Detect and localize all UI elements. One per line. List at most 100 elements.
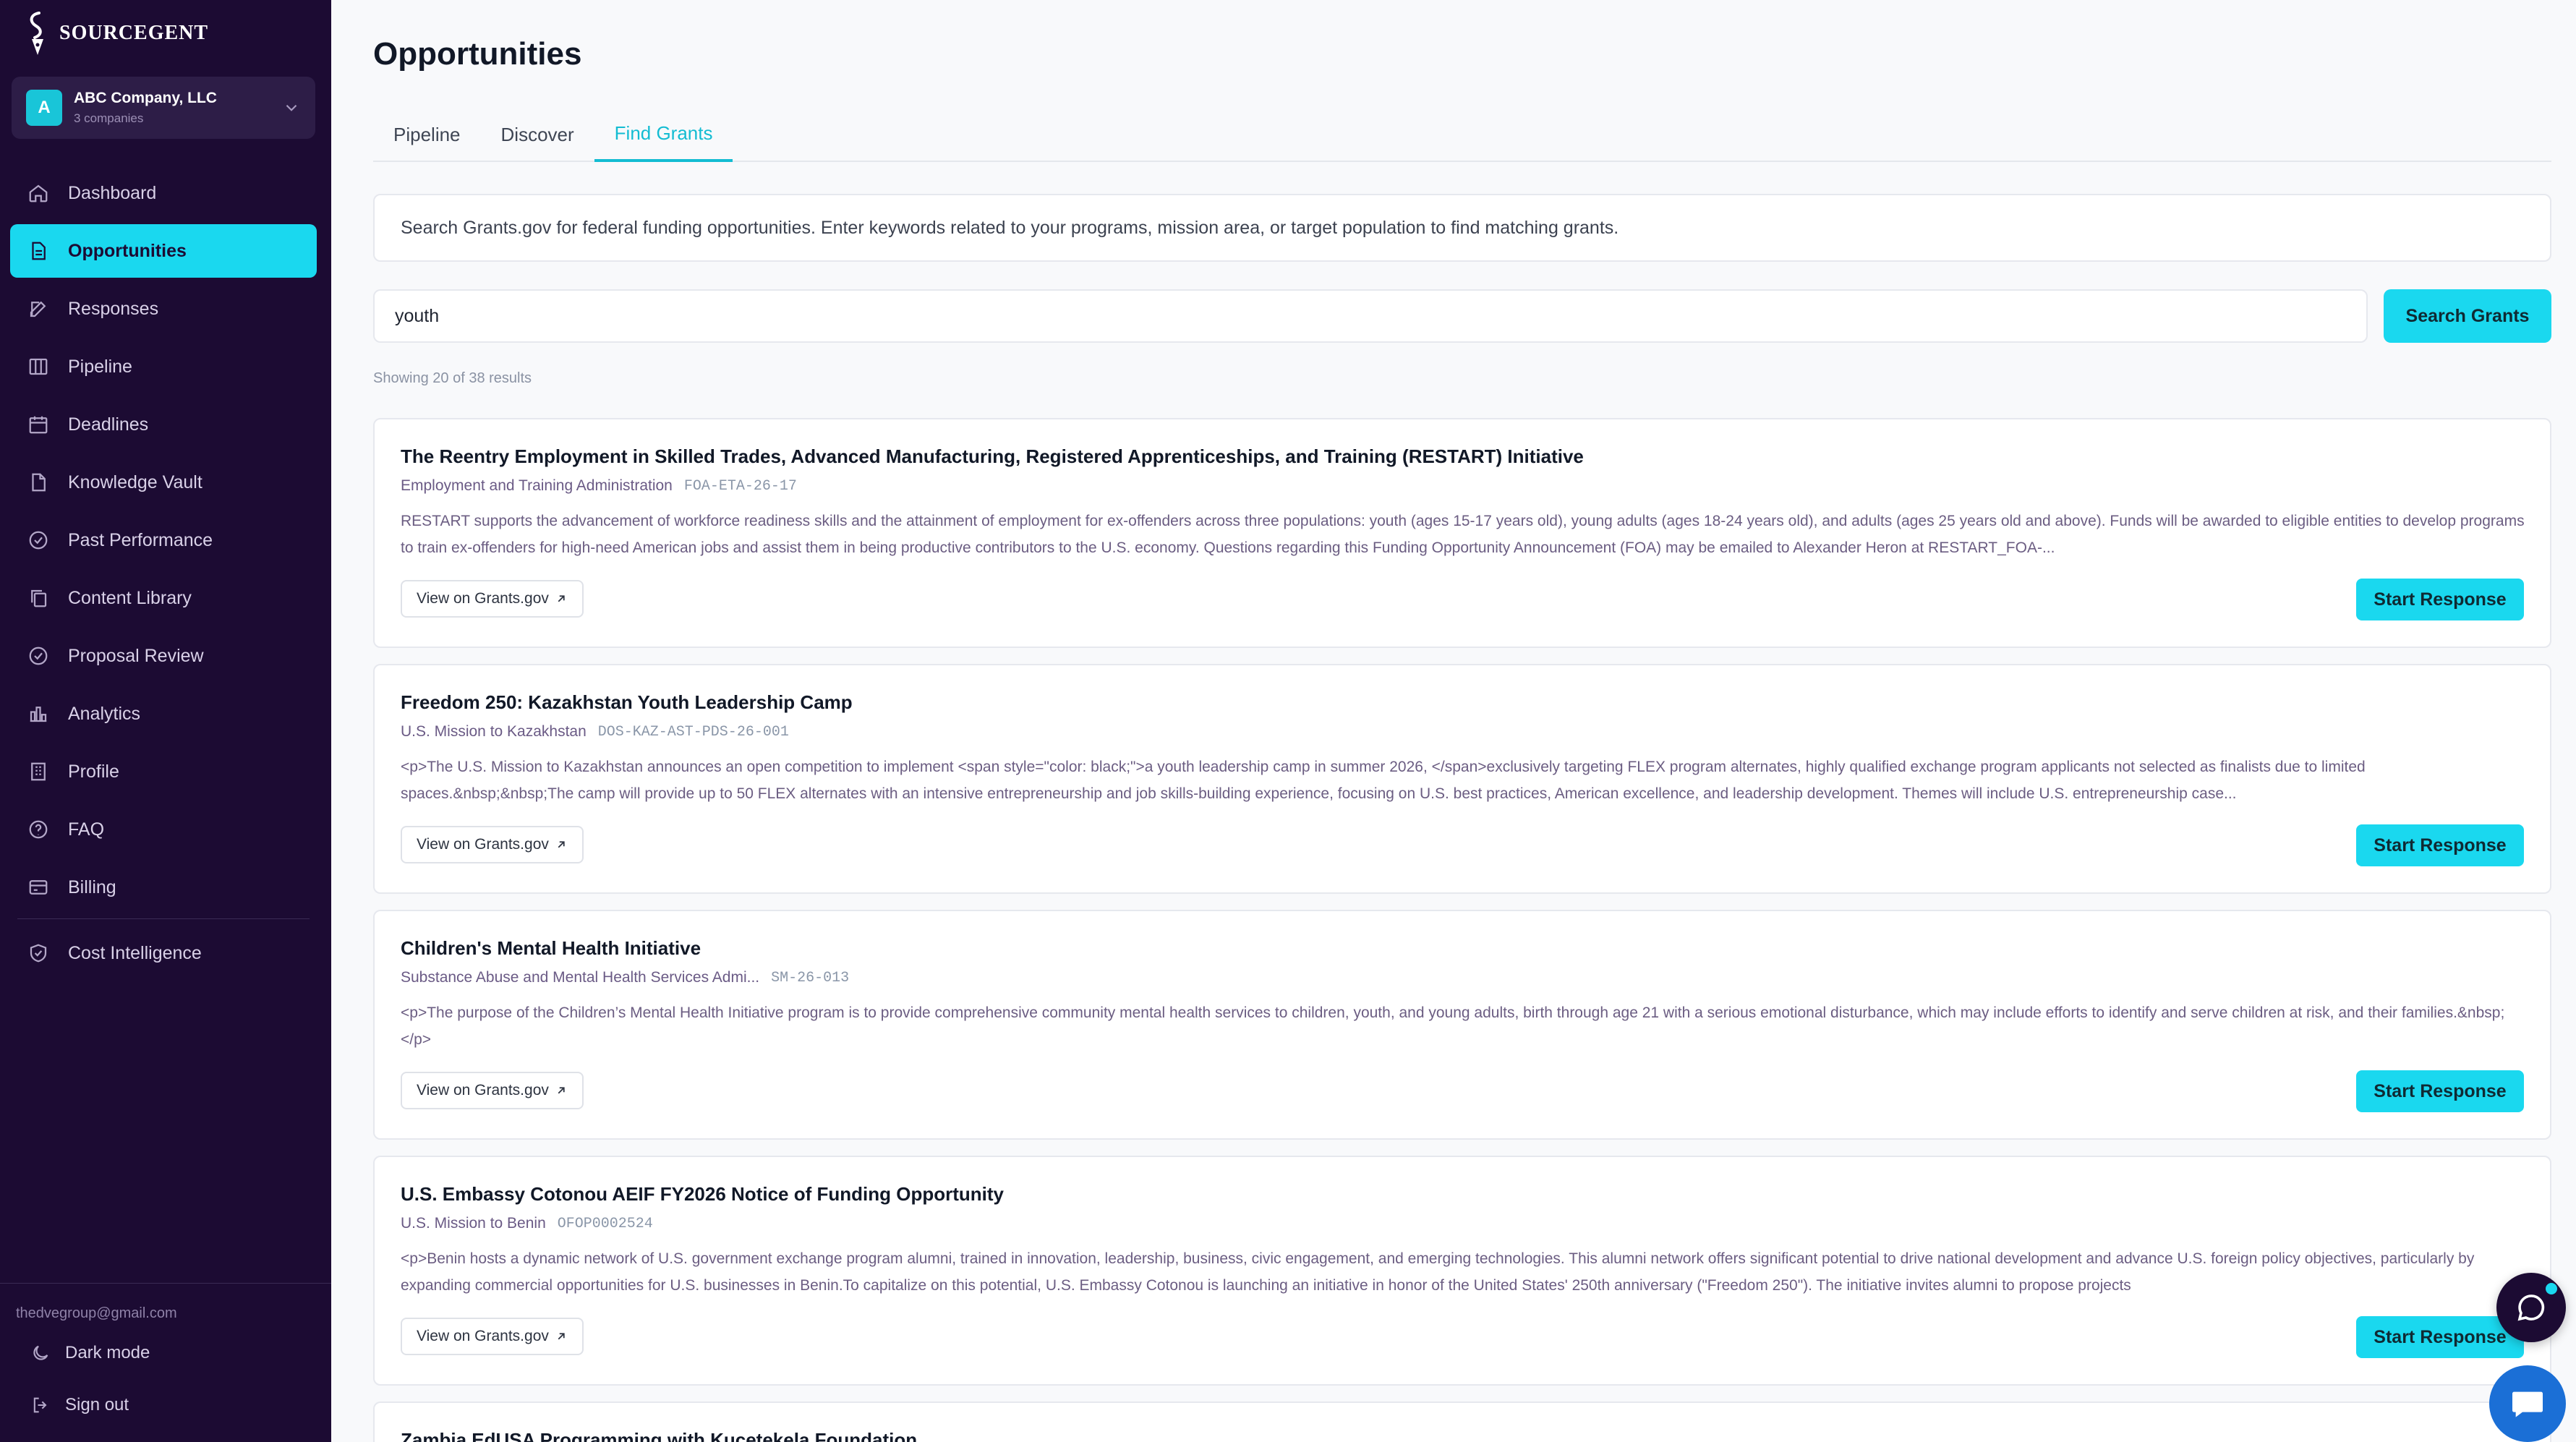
sidebar-item-label: Responses xyxy=(68,298,159,319)
grant-card: Zambia EdUSA Programming with Kucetekela… xyxy=(373,1402,2551,1442)
grant-agency: U.S. Mission to Kazakhstan xyxy=(401,723,587,740)
grant-card: Freedom 250: Kazakhstan Youth Leadership… xyxy=(373,664,2551,894)
grant-title: Children's Mental Health Initiative xyxy=(401,937,701,959)
sidebar-footer: thedvegroup@gmail.com Dark mode Sign out xyxy=(0,1283,331,1442)
dark-mode-label: Dark mode xyxy=(65,1343,150,1362)
brand-logo[interactable]: SOURCEGENT xyxy=(23,10,208,56)
grant-description: <p>Benin hosts a dynamic network of U.S.… xyxy=(401,1250,2475,1294)
user-email: thedvegroup@gmail.com xyxy=(16,1305,177,1321)
nav-divider xyxy=(17,918,310,919)
sidebar-item-label: Billing xyxy=(68,876,116,897)
sidebar-item-analytics[interactable]: Analytics xyxy=(10,687,317,741)
sidebar-item-faq[interactable]: FAQ xyxy=(10,803,317,856)
help-circle-icon xyxy=(29,820,48,839)
sidebar-item-dashboard[interactable]: Dashboard xyxy=(10,166,317,220)
sidebar-item-cost-intelligence[interactable]: Cost Intelligence xyxy=(10,926,317,980)
home-icon xyxy=(29,184,48,202)
support-chat-button[interactable] xyxy=(2489,1365,2566,1442)
sidebar-item-label: Deadlines xyxy=(68,414,149,435)
company-avatar: A xyxy=(26,90,62,126)
bar-chart-icon xyxy=(30,707,47,722)
external-link-icon xyxy=(558,1333,565,1340)
dark-mode-toggle[interactable]: Dark mode xyxy=(30,1343,150,1363)
grant-agency: Substance Abuse and Mental Health Servic… xyxy=(401,969,760,986)
sign-out-button[interactable]: Sign out xyxy=(30,1395,129,1415)
start-response-button[interactable]: Start Response xyxy=(2356,579,2524,620)
sidebar: SOURCEGENT A ABC Company, LLC 3 companie… xyxy=(0,0,331,1442)
grant-code: OFOP0002524 xyxy=(557,1215,653,1232)
credit-card-icon xyxy=(29,880,48,895)
sidebar-item-label: Content Library xyxy=(68,587,192,608)
grant-title: The Reentry Employment in Skilled Trades… xyxy=(401,445,1584,467)
building-icon xyxy=(31,762,46,781)
grant-agency: Employment and Training Administration xyxy=(401,477,673,494)
view-on-grants-gov-button[interactable]: View on Grants.gov xyxy=(401,1072,584,1109)
sidebar-item-label: Analytics xyxy=(68,703,141,724)
grant-card: The Reentry Employment in Skilled Trades… xyxy=(373,418,2551,648)
sidebar-item-label: Dashboard xyxy=(68,182,157,203)
ai-assistant-button[interactable] xyxy=(2496,1273,2566,1342)
columns-icon xyxy=(29,358,48,375)
sidebar-item-opportunities[interactable]: Opportunities xyxy=(10,224,317,278)
sidebar-item-label: Cost Intelligence xyxy=(68,942,202,963)
chat-bubble-icon xyxy=(2517,1294,2545,1321)
tab-pipeline[interactable]: Pipeline xyxy=(373,107,481,162)
view-on-grants-gov-button[interactable]: View on Grants.gov xyxy=(401,580,584,618)
view-button-label: View on Grants.gov xyxy=(417,836,549,853)
company-name: ABC Company, LLC xyxy=(74,90,217,106)
check-badge-icon xyxy=(29,647,48,665)
brand-name: SOURCEGENT xyxy=(59,22,209,44)
grant-code: FOA-ETA-26-17 xyxy=(683,477,797,495)
notification-dot xyxy=(2546,1283,2557,1294)
tab-discover[interactable]: Discover xyxy=(481,107,594,162)
sidebar-item-past-performance[interactable]: Past Performance xyxy=(10,513,317,567)
tab-find-grants[interactable]: Find Grants xyxy=(594,107,733,162)
search-input[interactable] xyxy=(373,289,2368,343)
grant-code: DOS-KAZ-AST-PDS-26-001 xyxy=(597,723,789,741)
copy-icon xyxy=(31,589,47,607)
chevron-down-icon xyxy=(286,104,297,111)
start-response-button[interactable]: Start Response xyxy=(2356,824,2524,866)
sidebar-item-pipeline[interactable]: Pipeline xyxy=(10,340,317,393)
page-title: Opportunities xyxy=(373,36,582,72)
sidebar-item-label: Pipeline xyxy=(68,356,132,377)
edit-icon xyxy=(30,301,46,317)
main-content: Opportunities Pipeline Discover Find Gra… xyxy=(331,0,2576,1442)
company-count: 3 companies xyxy=(74,111,144,125)
sidebar-item-label: Profile xyxy=(68,761,119,782)
grant-card: Children's Mental Health Initiative Subs… xyxy=(373,910,2551,1140)
sidebar-item-label: Past Performance xyxy=(68,529,213,550)
view-on-grants-gov-button[interactable]: View on Grants.gov xyxy=(401,826,584,863)
grant-agency: U.S. Mission to Benin xyxy=(401,1215,546,1232)
start-response-button[interactable]: Start Response xyxy=(2356,1070,2524,1112)
external-link-icon xyxy=(558,841,565,848)
message-icon xyxy=(2512,1391,2543,1417)
sidebar-item-billing[interactable]: Billing xyxy=(10,861,317,914)
grant-title: Zambia EdUSA Programming with Kucetekela… xyxy=(401,1429,918,1442)
sidebar-nav: Dashboard Opportunities Responses Pipeli… xyxy=(10,166,317,984)
grant-description: <p>The purpose of the Children’s Mental … xyxy=(401,1004,2505,1048)
search-info-text: Search Grants.gov for federal funding op… xyxy=(401,217,1619,238)
file-icon xyxy=(32,473,46,492)
sidebar-item-knowledge-vault[interactable]: Knowledge Vault xyxy=(10,456,317,509)
grant-title: U.S. Embassy Cotonou AEIF FY2026 Notice … xyxy=(401,1183,1004,1205)
start-response-button[interactable]: Start Response xyxy=(2356,1316,2524,1358)
sidebar-item-deadlines[interactable]: Deadlines xyxy=(10,398,317,451)
sidebar-item-label: Proposal Review xyxy=(68,645,204,666)
view-on-grants-gov-button[interactable]: View on Grants.gov xyxy=(401,1318,584,1355)
document-icon xyxy=(32,242,46,260)
sidebar-item-proposal-review[interactable]: Proposal Review xyxy=(10,629,317,683)
sidebar-item-profile[interactable]: Profile xyxy=(10,745,317,798)
view-button-label: View on Grants.gov xyxy=(417,590,549,607)
company-switcher[interactable]: A ABC Company, LLC 3 companies xyxy=(12,77,315,139)
external-link-icon xyxy=(558,1087,565,1094)
search-info-box: Search Grants.gov for federal funding op… xyxy=(373,194,2551,262)
search-grants-button[interactable]: Search Grants xyxy=(2384,289,2551,343)
grant-description: RESTART supports the advancement of work… xyxy=(401,513,2525,556)
pen-nib-logo-icon xyxy=(30,12,43,55)
grant-title: Freedom 250: Kazakhstan Youth Leadership… xyxy=(401,691,853,713)
sidebar-item-responses[interactable]: Responses xyxy=(10,282,317,336)
sidebar-item-label: Opportunities xyxy=(68,240,187,261)
sidebar-item-content-library[interactable]: Content Library xyxy=(10,571,317,625)
search-row: Search Grants xyxy=(373,289,2551,343)
